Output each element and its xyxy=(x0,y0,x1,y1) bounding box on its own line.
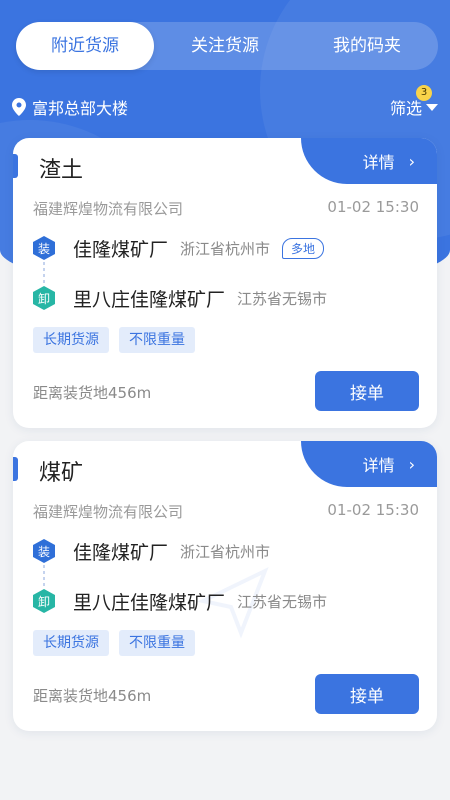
load-hex-icon: 装 xyxy=(33,236,55,260)
cargo-card[interactable]: 煤矿 详情 › 福建辉煌物流有限公司 01-02 15:30 装 佳隆煤矿厂 浙… xyxy=(13,441,437,731)
distance-text: 距离装货地456m xyxy=(33,384,152,402)
post-time: 01-02 15:30 xyxy=(327,198,419,216)
cargo-card[interactable]: 渣土 详情 › 福建辉煌物流有限公司 01-02 15:30 装 佳隆煤矿厂 浙… xyxy=(13,138,437,428)
load-route: 装 佳隆煤矿厂 浙江省杭州市 多地 xyxy=(33,234,325,262)
unload-place: 里八庄佳隆煤矿厂 xyxy=(73,591,226,614)
filter-count-badge: 3 xyxy=(416,85,432,101)
card-accent-bar xyxy=(13,457,18,481)
load-city: 浙江省杭州市 xyxy=(180,239,271,258)
company-name: 福建辉煌物流有限公司 xyxy=(33,503,184,521)
card-accent-bar xyxy=(13,154,18,178)
filter-button[interactable]: 筛选 3 xyxy=(389,85,438,119)
tab-bar: 附近货源 关注货源 我的码夹 xyxy=(16,22,438,70)
detail-button[interactable]: 详情 › xyxy=(301,138,437,184)
load-place: 佳隆煤矿厂 xyxy=(73,238,169,261)
cargo-title: 煤矿 xyxy=(39,461,84,486)
cargo-title: 渣土 xyxy=(39,158,84,183)
unload-city: 江苏省无锡市 xyxy=(237,289,328,308)
detail-label: 详情 xyxy=(362,456,395,475)
unload-route: 卸 里八庄佳隆煤矿厂 江苏省无锡市 xyxy=(33,284,327,312)
tab-my-codes[interactable]: 我的码夹 xyxy=(296,22,438,70)
tag: 不限重量 xyxy=(119,630,195,656)
unload-hex-icon: 卸 xyxy=(33,589,55,613)
detail-button[interactable]: 详情 › xyxy=(301,441,437,487)
tag-list: 长期货源 不限重量 xyxy=(33,630,205,656)
location-pin-icon xyxy=(12,98,26,116)
location-selector[interactable]: 富邦总部大楼 xyxy=(12,95,128,119)
location-row: 富邦总部大楼 筛选 3 xyxy=(12,85,438,120)
distance-text: 距离装货地456m xyxy=(33,687,152,705)
route-connector xyxy=(43,565,45,587)
tab-nearby[interactable]: 附近货源 xyxy=(16,22,154,70)
load-place: 佳隆煤矿厂 xyxy=(73,541,169,564)
route-connector xyxy=(43,262,45,284)
tag-list: 长期货源 不限重量 xyxy=(33,327,205,353)
filter-label: 筛选 xyxy=(389,99,422,118)
location-label: 富邦总部大楼 xyxy=(32,99,129,118)
unload-hex-icon: 卸 xyxy=(33,286,55,310)
unload-route: 卸 里八庄佳隆煤矿厂 江苏省无锡市 xyxy=(33,587,327,615)
load-route: 装 佳隆煤矿厂 浙江省杭州市 xyxy=(33,537,270,565)
post-time: 01-02 15:30 xyxy=(327,501,419,519)
accept-order-button[interactable]: 接单 xyxy=(315,674,419,714)
load-city: 浙江省杭州市 xyxy=(180,542,271,561)
company-name: 福建辉煌物流有限公司 xyxy=(33,200,184,218)
detail-label: 详情 xyxy=(362,153,395,172)
chevron-right-icon: › xyxy=(408,151,415,171)
multi-location-badge[interactable]: 多地 xyxy=(282,237,325,259)
tag: 不限重量 xyxy=(119,327,195,353)
unload-place: 里八庄佳隆煤矿厂 xyxy=(73,288,226,311)
unload-city: 江苏省无锡市 xyxy=(237,592,328,611)
caret-down-icon xyxy=(426,103,438,111)
accept-order-button[interactable]: 接单 xyxy=(315,371,419,411)
chevron-right-icon: › xyxy=(408,454,415,474)
tag: 长期货源 xyxy=(33,327,109,353)
load-hex-icon: 装 xyxy=(33,539,55,563)
tab-followed[interactable]: 关注货源 xyxy=(154,22,296,70)
tag: 长期货源 xyxy=(33,630,109,656)
